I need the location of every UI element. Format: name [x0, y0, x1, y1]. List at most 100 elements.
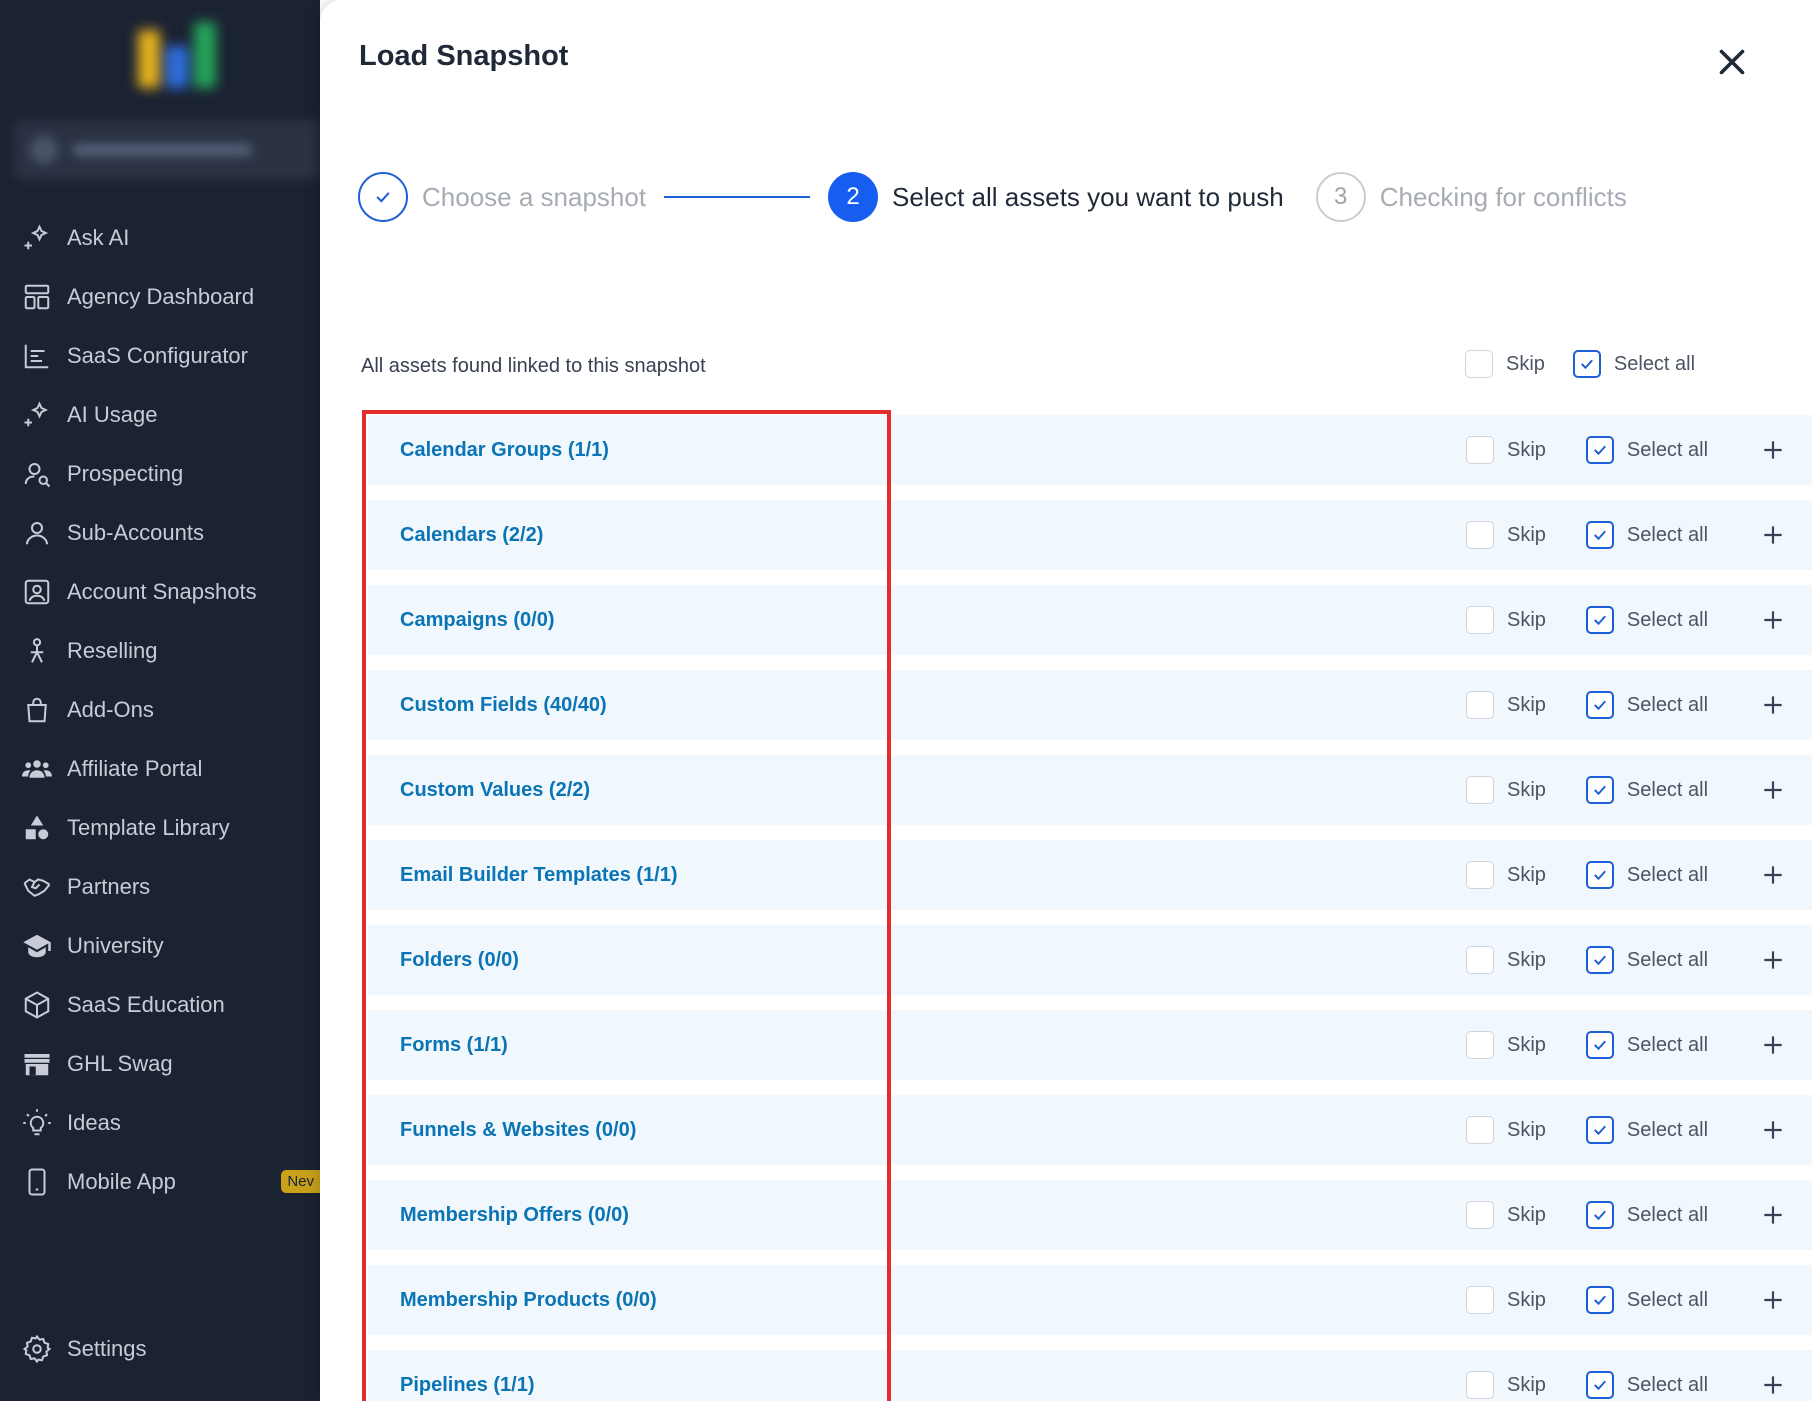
asset-row[interactable]: Calendar Groups (1/1) Skip Select all — [368, 415, 1812, 485]
asset-row-label[interactable]: Custom Values (2/2) — [400, 779, 590, 802]
sidebar-item-add-ons[interactable]: Add-Ons — [0, 680, 320, 739]
global-select-all-checkbox[interactable] — [1572, 350, 1601, 378]
sidebar-item-ideas[interactable]: Ideas — [0, 1093, 320, 1152]
row-skip-checkbox[interactable] — [1466, 521, 1494, 549]
asset-row[interactable]: Folders (0/0) Skip Select all — [368, 925, 1812, 995]
row-select-all-checkbox[interactable] — [1585, 436, 1614, 464]
asset-row[interactable]: Custom Values (2/2) Skip Select all — [368, 755, 1812, 825]
row-skip-checkbox[interactable] — [1466, 946, 1494, 974]
asset-row[interactable]: Membership Products (0/0) Skip Select al… — [368, 1265, 1812, 1335]
asset-row-label[interactable]: Custom Fields (40/40) — [400, 694, 607, 717]
row-select-all[interactable]: Select all — [1585, 946, 1708, 974]
row-skip[interactable]: Skip — [1466, 861, 1546, 889]
row-skip-checkbox[interactable] — [1466, 436, 1494, 464]
global-skip-checkbox[interactable] — [1465, 350, 1493, 378]
sidebar-item-settings[interactable]: Settings — [22, 1334, 147, 1364]
asset-row-label[interactable]: Membership Offers (0/0) — [400, 1204, 629, 1227]
row-skip[interactable]: Skip — [1466, 606, 1546, 634]
plus-icon[interactable] — [1760, 947, 1786, 973]
row-select-all[interactable]: Select all — [1585, 776, 1708, 804]
row-skip-checkbox[interactable] — [1466, 1286, 1494, 1314]
row-select-all-checkbox[interactable] — [1585, 946, 1614, 974]
asset-row-label[interactable]: Calendar Groups (1/1) — [400, 439, 609, 462]
plus-icon[interactable] — [1760, 522, 1786, 548]
sidebar-item-ai-usage[interactable]: AI Usage — [0, 385, 320, 444]
sidebar-item-ask-ai[interactable]: Ask AI — [0, 208, 320, 267]
row-select-all[interactable]: Select all — [1585, 606, 1708, 634]
row-select-all-checkbox[interactable] — [1585, 691, 1614, 719]
asset-row-label[interactable]: Campaigns (0/0) — [400, 609, 554, 632]
sidebar-item-saas-configurator[interactable]: SaaS Configurator — [0, 326, 320, 385]
row-skip-checkbox[interactable] — [1466, 1031, 1494, 1059]
row-select-all[interactable]: Select all — [1585, 521, 1708, 549]
row-select-all-checkbox[interactable] — [1585, 861, 1614, 889]
row-select-all-checkbox[interactable] — [1585, 606, 1614, 634]
row-skip-checkbox[interactable] — [1466, 861, 1494, 889]
plus-icon[interactable] — [1760, 1287, 1786, 1313]
row-select-all-checkbox[interactable] — [1585, 1286, 1614, 1314]
sidebar-item-saas-education[interactable]: SaaS Education — [0, 975, 320, 1034]
row-skip-checkbox[interactable] — [1466, 1371, 1494, 1399]
row-skip[interactable]: Skip — [1466, 1286, 1546, 1314]
plus-icon[interactable] — [1760, 437, 1786, 463]
asset-row-label[interactable]: Pipelines (1/1) — [400, 1374, 535, 1397]
global-select-all[interactable]: Select all — [1572, 350, 1695, 378]
row-select-all-checkbox[interactable] — [1585, 776, 1614, 804]
row-skip-checkbox[interactable] — [1466, 1201, 1494, 1229]
row-skip-checkbox[interactable] — [1466, 606, 1494, 634]
sidebar-item-partners[interactable]: Partners — [0, 857, 320, 916]
asset-row[interactable]: Forms (1/1) Skip Select all — [368, 1010, 1812, 1080]
asset-row[interactable]: Pipelines (1/1) Skip Select all — [368, 1350, 1812, 1401]
plus-icon[interactable] — [1760, 692, 1786, 718]
row-select-all[interactable]: Select all — [1585, 1371, 1708, 1399]
agency-logo[interactable] — [132, 18, 224, 88]
row-select-all-checkbox[interactable] — [1585, 1116, 1614, 1144]
sidebar-item-ghl-swag[interactable]: GHL Swag — [0, 1034, 320, 1093]
asset-row[interactable]: Custom Fields (40/40) Skip Select all — [368, 670, 1812, 740]
sidebar-item-agency-dashboard[interactable]: Agency Dashboard — [0, 267, 320, 326]
asset-row[interactable]: Funnels & Websites (0/0) Skip Select all — [368, 1095, 1812, 1165]
close-icon[interactable] — [1714, 44, 1750, 80]
plus-icon[interactable] — [1760, 1202, 1786, 1228]
row-select-all[interactable]: Select all — [1585, 1031, 1708, 1059]
asset-row[interactable]: Calendars (2/2) Skip Select all — [368, 500, 1812, 570]
plus-icon[interactable] — [1760, 1032, 1786, 1058]
plus-icon[interactable] — [1760, 1372, 1786, 1398]
row-skip[interactable]: Skip — [1466, 1031, 1546, 1059]
asset-row-label[interactable]: Email Builder Templates (1/1) — [400, 864, 678, 887]
row-select-all-checkbox[interactable] — [1585, 1201, 1614, 1229]
plus-icon[interactable] — [1760, 862, 1786, 888]
sidebar-item-template-library[interactable]: Template Library — [0, 798, 320, 857]
asset-row-label[interactable]: Forms (1/1) — [400, 1034, 508, 1057]
row-skip-checkbox[interactable] — [1466, 1116, 1494, 1144]
row-skip[interactable]: Skip — [1466, 521, 1546, 549]
row-select-all[interactable]: Select all — [1585, 1286, 1708, 1314]
row-select-all[interactable]: Select all — [1585, 1116, 1708, 1144]
sidebar-item-sub-accounts[interactable]: Sub-Accounts — [0, 503, 320, 562]
asset-row-label[interactable]: Membership Products (0/0) — [400, 1289, 657, 1312]
asset-row[interactable]: Campaigns (0/0) Skip Select all — [368, 585, 1812, 655]
row-skip[interactable]: Skip — [1466, 1201, 1546, 1229]
asset-row[interactable]: Email Builder Templates (1/1) Skip Selec… — [368, 840, 1812, 910]
row-skip[interactable]: Skip — [1466, 776, 1546, 804]
sidebar-item-affiliate-portal[interactable]: Affiliate Portal — [0, 739, 320, 798]
row-select-all[interactable]: Select all — [1585, 1201, 1708, 1229]
row-skip[interactable]: Skip — [1466, 436, 1546, 464]
row-skip[interactable]: Skip — [1466, 1371, 1546, 1399]
global-skip[interactable]: Skip — [1465, 350, 1545, 378]
asset-row-label[interactable]: Funnels & Websites (0/0) — [400, 1119, 636, 1142]
row-skip[interactable]: Skip — [1466, 946, 1546, 974]
account-switcher[interactable] — [14, 120, 320, 180]
asset-row-label[interactable]: Folders (0/0) — [400, 949, 519, 972]
row-select-all-checkbox[interactable] — [1585, 1031, 1614, 1059]
plus-icon[interactable] — [1760, 607, 1786, 633]
row-skip[interactable]: Skip — [1466, 1116, 1546, 1144]
row-select-all[interactable]: Select all — [1585, 691, 1708, 719]
row-select-all[interactable]: Select all — [1585, 436, 1708, 464]
sidebar-item-mobile-app[interactable]: Mobile App Nev — [0, 1152, 320, 1211]
row-select-all[interactable]: Select all — [1585, 861, 1708, 889]
sidebar-item-account-snapshots[interactable]: Account Snapshots — [0, 562, 320, 621]
row-select-all-checkbox[interactable] — [1585, 521, 1614, 549]
row-skip[interactable]: Skip — [1466, 691, 1546, 719]
row-skip-checkbox[interactable] — [1466, 691, 1494, 719]
